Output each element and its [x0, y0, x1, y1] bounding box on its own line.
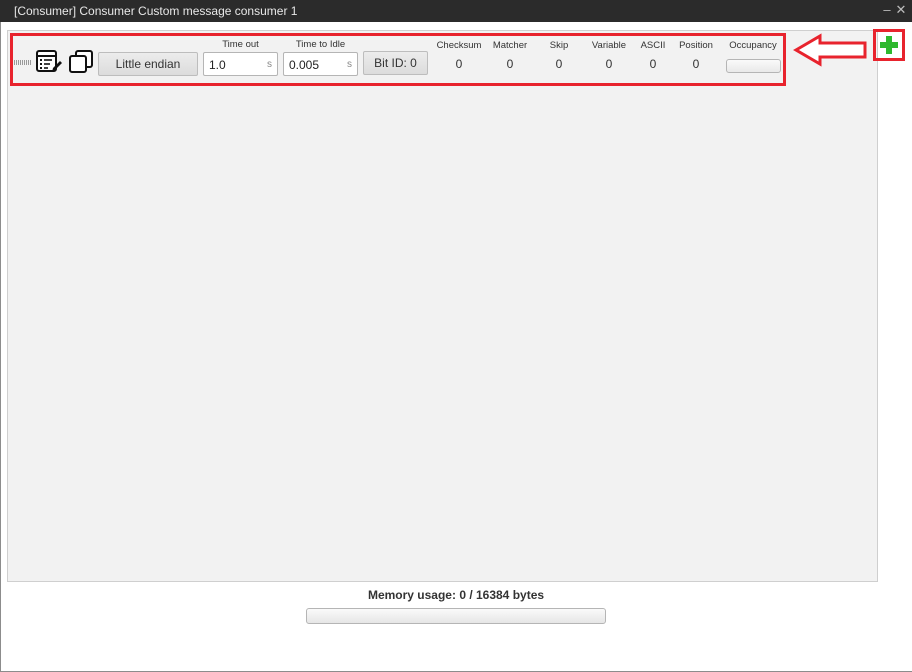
- time-to-idle-label: Time to Idle: [295, 39, 346, 50]
- copy-icon[interactable]: [68, 49, 94, 75]
- time-to-idle-unit: s: [347, 59, 352, 70]
- skip-label: Skip: [549, 40, 569, 51]
- consumer-toolbar: Little endian Time out 1.0 s Time to Idl…: [10, 33, 786, 86]
- endian-button[interactable]: Little endian: [98, 52, 198, 76]
- variable-label: Variable: [591, 40, 627, 51]
- add-icon: [880, 36, 898, 54]
- skip-value: 0: [555, 57, 563, 71]
- position-value: 0: [692, 57, 700, 71]
- matcher-label: Matcher: [492, 40, 528, 51]
- timeout-label: Time out: [222, 39, 259, 50]
- drag-handle-icon[interactable]: [14, 60, 31, 65]
- consumer-workspace: [7, 30, 878, 582]
- position-label: Position: [679, 40, 713, 51]
- add-button[interactable]: [873, 29, 905, 61]
- close-button[interactable]: ✕: [894, 2, 908, 18]
- title-bar: [Consumer] Consumer Custom message consu…: [0, 0, 912, 22]
- timeout-value: 1.0: [209, 58, 226, 72]
- minimize-button[interactable]: –: [880, 2, 894, 18]
- checksum-value: 0: [455, 57, 463, 71]
- occupancy-bar: [726, 59, 781, 73]
- window-body: [0, 22, 912, 672]
- variable-value: 0: [605, 57, 613, 71]
- occupancy-label: Occupancy: [729, 40, 777, 51]
- memory-usage-bar: [306, 608, 606, 624]
- memory-usage-label: Memory usage: 0 / 16384 bytes: [367, 588, 545, 602]
- window-title: [Consumer] Consumer Custom message consu…: [14, 4, 298, 18]
- ascii-value: 0: [649, 57, 657, 71]
- edit-list-icon[interactable]: [35, 49, 63, 75]
- time-to-idle-value: 0.005: [289, 58, 320, 72]
- bit-id-button[interactable]: Bit ID: 0: [363, 51, 428, 75]
- checksum-label: Checksum: [436, 40, 482, 51]
- timeout-input[interactable]: 1.0 s: [203, 52, 278, 76]
- timeout-unit: s: [267, 59, 272, 70]
- matcher-value: 0: [506, 57, 514, 71]
- ascii-label: ASCII: [640, 40, 666, 51]
- arrow-left-icon: [793, 33, 869, 72]
- time-to-idle-input[interactable]: 0.005 s: [283, 52, 358, 76]
